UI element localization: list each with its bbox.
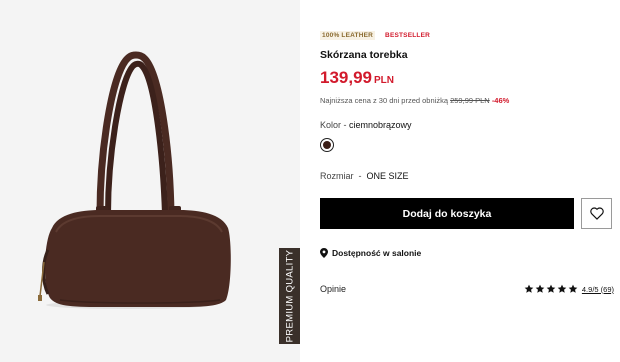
premium-quality-label: PREMIUM QUALITY bbox=[284, 249, 296, 343]
color-swatch-dark-brown[interactable] bbox=[320, 138, 334, 152]
star-icon bbox=[535, 284, 545, 293]
star-icon bbox=[557, 284, 567, 293]
old-price: 259,99 PLN bbox=[450, 96, 490, 105]
badges: 100% LEATHER BESTSELLER bbox=[320, 31, 432, 40]
product-page: PREMIUM QUALITY 100% LEATHER BESTSELLER … bbox=[0, 0, 620, 362]
color-selector-label: Kolor - ciemnobrązowy bbox=[320, 120, 412, 130]
price: 139,99 PLN bbox=[320, 68, 394, 88]
handbag-illustration bbox=[38, 51, 231, 309]
bestseller-badge: BESTSELLER bbox=[385, 32, 431, 39]
leather-badge: 100% LEATHER bbox=[320, 31, 376, 40]
heart-icon bbox=[589, 207, 604, 220]
color-value: ciemnobrązowy bbox=[349, 120, 412, 130]
star-icon bbox=[568, 284, 578, 293]
lowest-price-text: Najniższa cena z 30 dni przed obniżką bbox=[320, 96, 448, 105]
rating-stars bbox=[524, 284, 578, 294]
price-currency: PLN bbox=[374, 75, 394, 86]
reviews-label: Opinie bbox=[320, 284, 347, 294]
add-to-cart-button[interactable]: Dodaj do koszyka bbox=[320, 198, 574, 229]
map-pin-icon bbox=[320, 248, 328, 258]
star-icon bbox=[524, 284, 534, 293]
star-icon bbox=[546, 284, 556, 293]
product-title: Skórzana torebka bbox=[320, 49, 408, 61]
availability-label: Dostępność w salonie bbox=[332, 248, 422, 258]
size-value: ONE SIZE bbox=[366, 171, 409, 181]
color-separator: - bbox=[341, 120, 350, 130]
size-label: Rozmiar bbox=[320, 171, 354, 181]
rating: 4.9/5 (69) bbox=[524, 284, 614, 294]
discount-percent: -46% bbox=[491, 96, 510, 105]
lowest-price-info: Najniższa cena z 30 dni przed obniżką 25… bbox=[320, 96, 509, 105]
favorite-button[interactable] bbox=[581, 198, 612, 229]
size-info: Rozmiar - ONE SIZE bbox=[320, 171, 409, 181]
reviews-row[interactable]: Opinie 4.9/5 (69) bbox=[320, 284, 614, 294]
store-availability-link[interactable]: Dostępność w salonie bbox=[320, 248, 421, 258]
price-amount: 139,99 bbox=[320, 68, 372, 87]
product-image[interactable]: PREMIUM QUALITY bbox=[0, 0, 300, 362]
premium-quality-tag: PREMIUM QUALITY bbox=[279, 248, 300, 344]
rating-score-link[interactable]: 4.9/5 (69) bbox=[582, 285, 614, 294]
product-details: 100% LEATHER BESTSELLER Skórzana torebka… bbox=[320, 0, 620, 362]
color-label: Kolor bbox=[320, 120, 342, 130]
size-separator: - bbox=[353, 171, 367, 181]
